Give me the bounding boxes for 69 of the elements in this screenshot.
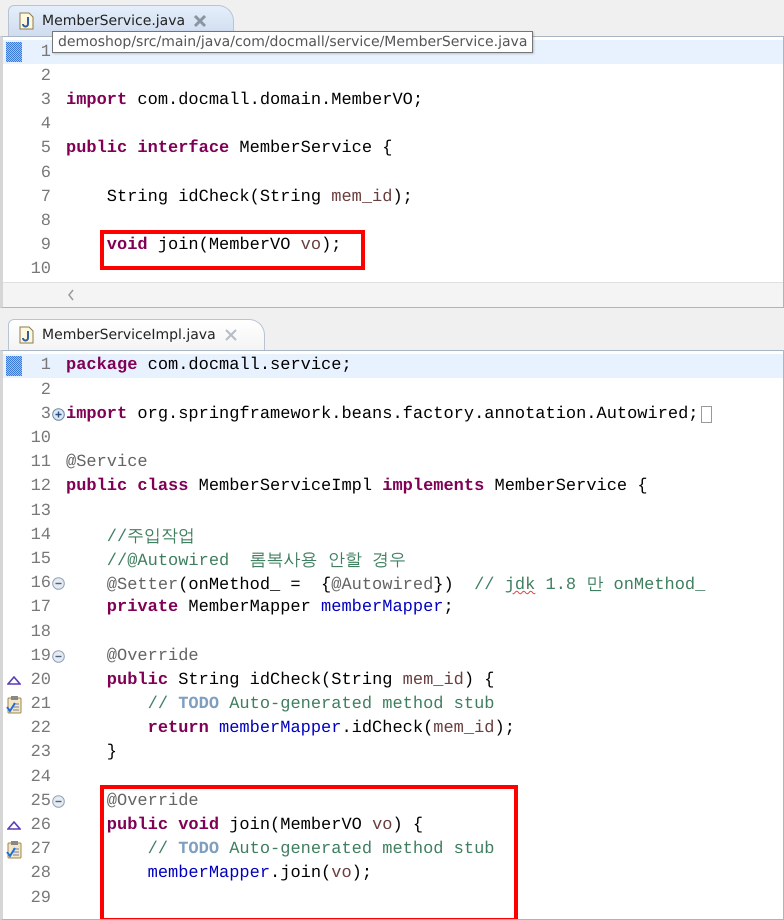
line-number: 11 xyxy=(30,453,51,472)
code-line: return memberMapper.idCheck(mem_id); xyxy=(146,719,515,738)
line-number: 25 xyxy=(30,792,51,811)
code-line: @Override xyxy=(106,792,199,811)
line-number: 7 xyxy=(40,188,51,207)
code-line: public class MemberServiceImpl implements MemberService { xyxy=(66,477,648,496)
line-number: 12 xyxy=(30,477,51,496)
file-icon xyxy=(19,326,34,344)
code-line: void join(MemberVO vo); xyxy=(106,236,342,256)
line-number: 24 xyxy=(30,768,51,787)
chevron-left-icon[interactable] xyxy=(67,288,75,301)
path-tooltip: demoshop/src/main/java/com/docmall/service/MemberService.java xyxy=(52,31,534,53)
file-icon xyxy=(19,12,34,30)
code-line: //@Autowired 롬복사용 안할 경우 xyxy=(106,550,406,571)
collapse-icon[interactable] xyxy=(52,794,65,808)
clipboard-check-icon[interactable] xyxy=(6,695,22,714)
code-line: // TODO Auto-generated method stub xyxy=(146,840,494,860)
clipboard-check-icon[interactable] xyxy=(6,840,22,860)
code-line: private MemberMapper memberMapper; xyxy=(106,598,454,618)
collapse-icon[interactable] xyxy=(52,577,65,590)
code-line: import com.docmall.domain.MemberVO; xyxy=(66,90,424,110)
code-line: String idCheck(String mem_id); xyxy=(106,188,413,207)
line-number: 22 xyxy=(30,719,51,738)
code-line: } xyxy=(106,743,118,762)
collapse-icon[interactable] xyxy=(52,650,65,663)
line-number: 1 xyxy=(40,42,51,62)
line-number: 14 xyxy=(30,526,51,545)
code-line: public String idCheck(String mem_id) { xyxy=(106,670,494,690)
file-tab[interactable]: MemberServiceImpl.java xyxy=(8,318,265,350)
line-number: 29 xyxy=(30,888,51,908)
line-number: 15 xyxy=(30,550,51,569)
line-number: 13 xyxy=(30,502,51,521)
triangle-icon[interactable] xyxy=(7,821,21,830)
line-number: 3 xyxy=(40,404,51,424)
line-number: 5 xyxy=(40,139,51,158)
code-line: public void join(MemberVO vo) { xyxy=(106,816,424,836)
line-number: 8 xyxy=(40,212,51,231)
code-line: memberMapper.join(vo); xyxy=(146,864,372,884)
folded-code-marker[interactable] xyxy=(700,406,712,423)
code-line: import org.springframework.beans.factory.annotation.Autowired; xyxy=(66,404,699,424)
triangle-icon[interactable] xyxy=(7,676,21,685)
line-number: 6 xyxy=(40,164,51,183)
line-number: 2 xyxy=(40,66,51,86)
line-number: 9 xyxy=(40,236,51,256)
line-number: 19 xyxy=(30,646,51,666)
code-line: public interface MemberService { xyxy=(66,139,392,158)
code-line: @Override xyxy=(106,646,199,666)
line-number: 16 xyxy=(30,574,51,594)
line-number: 1 xyxy=(40,356,51,376)
line-number: 10 xyxy=(30,429,51,448)
line-number: 27 xyxy=(30,840,51,860)
code-editor[interactable] xyxy=(0,350,784,920)
line-number: 3 xyxy=(40,90,51,110)
line-number: 28 xyxy=(30,864,51,884)
line-number: 20 xyxy=(30,670,51,690)
line-number: 4 xyxy=(40,115,51,134)
code-line: @Service xyxy=(66,453,148,472)
code-line: //주입작업 xyxy=(106,526,196,547)
line-number: 2 xyxy=(40,380,51,400)
line-number: 23 xyxy=(30,743,51,762)
line-number: 17 xyxy=(30,598,51,618)
line-number: 26 xyxy=(30,816,51,836)
code-line: package com.docmall.service; xyxy=(66,356,352,376)
line-number: 10 xyxy=(30,260,51,280)
expand-icon[interactable] xyxy=(52,408,65,421)
line-number: 21 xyxy=(30,695,51,714)
code-line: // TODO Auto-generated method stub xyxy=(146,695,494,714)
line-number: 18 xyxy=(30,622,51,642)
code-line: @Setter(onMethod_ = {@Autowired}) // jdk 1.8 만 onMethod_ xyxy=(106,575,706,596)
